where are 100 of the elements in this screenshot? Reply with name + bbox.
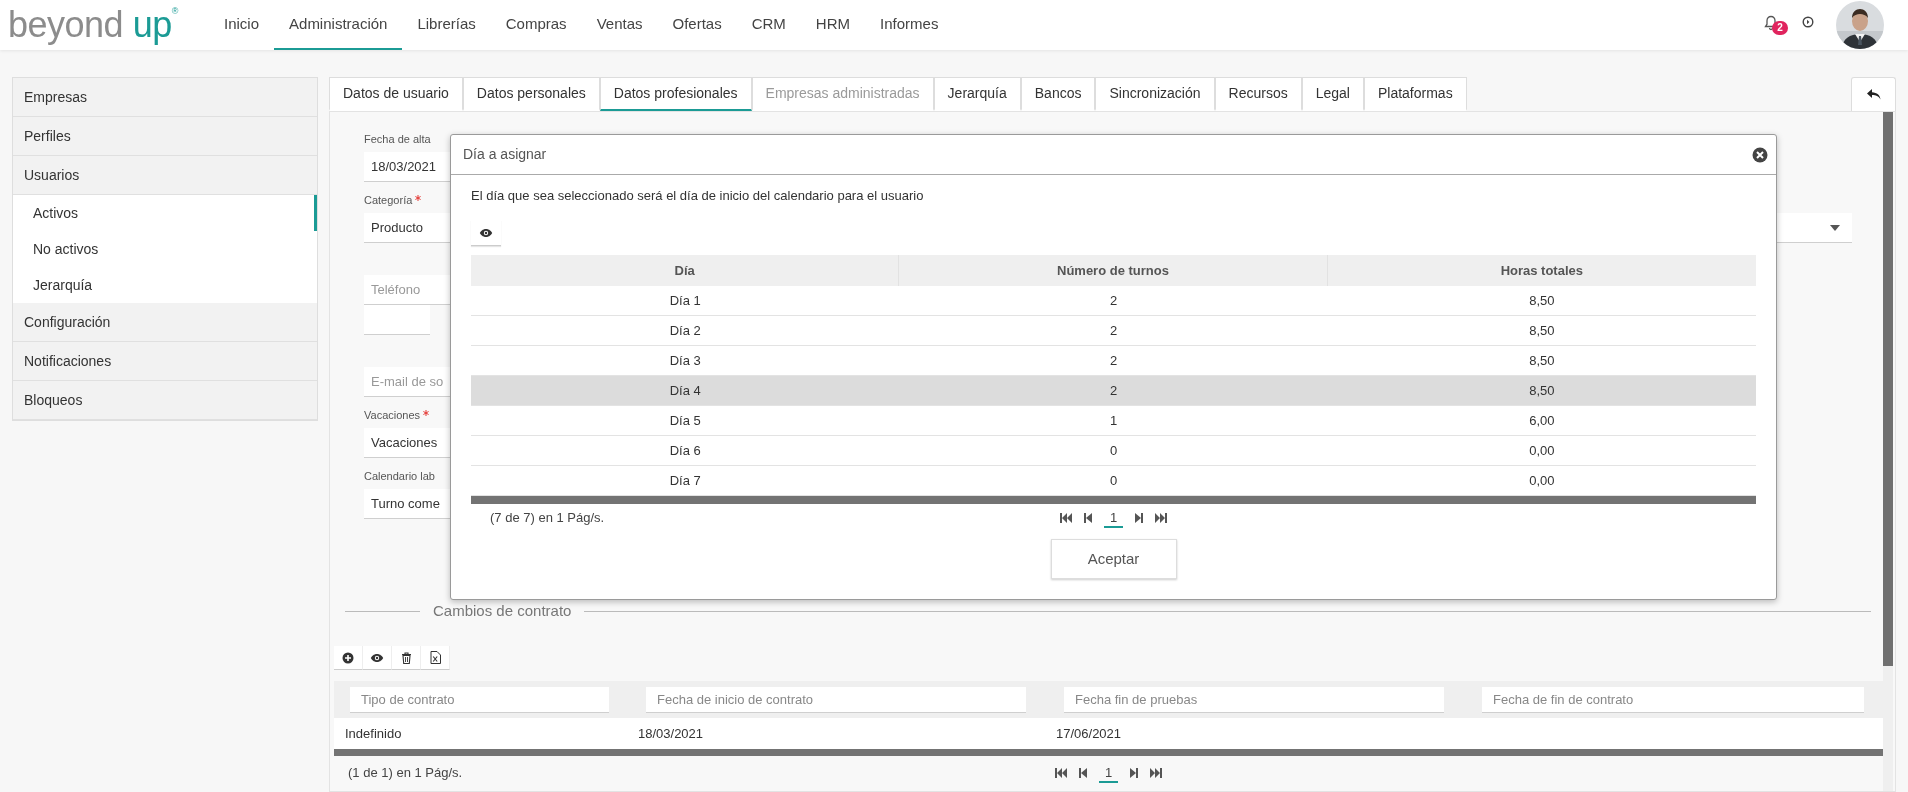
page-button[interactable]: 1 bbox=[1103, 508, 1124, 528]
previous-page-icon[interactable] bbox=[1076, 768, 1089, 778]
eye-button[interactable] bbox=[363, 646, 392, 670]
table-cell-text: 6,00 bbox=[1528, 411, 1556, 430]
previous-page-icon[interactable] bbox=[1081, 513, 1094, 523]
section-title: Cambios de contrato bbox=[432, 600, 573, 621]
sidebar-item[interactable]: Configuración bbox=[13, 303, 317, 342]
nav-link[interactable]: HRM bbox=[800, 0, 866, 50]
tab[interactable]: Datos profesionales bbox=[599, 77, 752, 111]
table-cell-text: 18/03/2021 bbox=[637, 724, 705, 743]
table-cell-text: 0 bbox=[1108, 441, 1119, 460]
filter-field[interactable]: Tipo de contrato bbox=[350, 686, 609, 713]
bell-icon[interactable] bbox=[1764, 15, 1778, 31]
sidebar-item[interactable]: Empresas bbox=[13, 78, 317, 117]
dialog-title: Día a asignar bbox=[463, 145, 547, 164]
notification-badge: 2 bbox=[1772, 21, 1788, 35]
tab[interactable]: Plataformas bbox=[1363, 77, 1467, 111]
nav-link[interactable]: CRM bbox=[736, 0, 801, 50]
tab[interactable]: Sincronización bbox=[1095, 77, 1215, 111]
next-page-icon[interactable] bbox=[1128, 768, 1141, 778]
tab[interactable]: Datos personales bbox=[462, 77, 600, 111]
nav-link[interactable]: Administración bbox=[274, 0, 403, 50]
next-page-icon[interactable] bbox=[1133, 513, 1146, 523]
spreadsheet-file-icon bbox=[429, 651, 441, 664]
table-cell-text: Día 2 bbox=[668, 321, 702, 340]
table-cell-text: Indefinido bbox=[344, 724, 403, 743]
tab[interactable]: Legal bbox=[1301, 77, 1364, 111]
table-cell-text: 2 bbox=[1108, 321, 1119, 340]
table-cell-text: 17/06/2021 bbox=[1055, 724, 1123, 743]
logo[interactable]: beyond up® bbox=[8, 7, 178, 43]
back-arrow-icon bbox=[1865, 87, 1882, 102]
close-icon[interactable] bbox=[1752, 146, 1768, 163]
input-field[interactable]: 18/03/2021 bbox=[364, 152, 450, 182]
table-cell-text: Día 5 bbox=[668, 411, 702, 430]
tab[interactable]: Jerarquía bbox=[933, 77, 1021, 111]
scrollbar-thumb[interactable] bbox=[1883, 112, 1893, 666]
table-row[interactable]: Día 4 2 8,50 bbox=[471, 376, 1756, 406]
table-cell-text: 8,50 bbox=[1528, 351, 1556, 370]
table-cell-text: 8,50 bbox=[1528, 321, 1556, 340]
pagination-summary: (1 de 1) en 1 Pág/s. bbox=[347, 764, 463, 783]
input-field[interactable]: Teléfono bbox=[364, 275, 450, 305]
table-cell-text: 0,00 bbox=[1528, 441, 1556, 460]
first-page-icon[interactable] bbox=[1054, 768, 1067, 778]
eye-icon bbox=[370, 652, 384, 663]
circle-caret-icon[interactable] bbox=[1802, 16, 1814, 28]
table-cell-text: Día 1 bbox=[668, 291, 702, 310]
table-cell-text: 8,50 bbox=[1528, 291, 1556, 310]
table-cell-text: 2 bbox=[1108, 381, 1119, 400]
table-cell-text: 2 bbox=[1108, 351, 1119, 370]
filter-field[interactable]: Fecha fin de pruebas bbox=[1064, 686, 1444, 713]
nav-link[interactable]: Informes bbox=[865, 0, 954, 50]
table-cell-text: 2 bbox=[1108, 291, 1119, 310]
filter-field[interactable]: Fecha de fin de contrato bbox=[1482, 686, 1864, 713]
nav-link[interactable]: Compras bbox=[490, 0, 582, 50]
table-row[interactable]: Indefinido 18/03/2021 17/06/2021 bbox=[334, 718, 1883, 749]
field-label: Vacaciones bbox=[364, 407, 421, 423]
nav-link[interactable]: Ventas bbox=[581, 0, 658, 50]
table-cell-text: Día 4 bbox=[668, 381, 702, 400]
sidebar-subitem[interactable]: Activos bbox=[13, 195, 317, 231]
sidebar-subitem[interactable]: Jerarquía bbox=[13, 267, 317, 303]
nav-link[interactable]: Librerías bbox=[402, 0, 491, 50]
table-cell-text: 8,50 bbox=[1528, 381, 1556, 400]
caret-down-icon[interactable] bbox=[1830, 224, 1840, 231]
input-field[interactable]: E-mail de so bbox=[364, 367, 450, 397]
view-button[interactable] bbox=[471, 220, 501, 246]
last-page-icon[interactable] bbox=[1155, 513, 1168, 523]
input-field[interactable]: Vacaciones bbox=[364, 428, 450, 458]
column-header[interactable]: Horas totales bbox=[1327, 255, 1756, 286]
sidebar-item[interactable]: Bloqueos bbox=[13, 381, 317, 420]
sidebar-item[interactable]: Perfiles bbox=[13, 117, 317, 156]
last-page-icon[interactable] bbox=[1150, 768, 1163, 778]
tab[interactable]: Datos de usuario bbox=[329, 77, 463, 111]
sidebar-item[interactable]: Notificaciones bbox=[13, 342, 317, 381]
nav-link[interactable]: Inicio bbox=[209, 0, 275, 50]
trash-button[interactable] bbox=[392, 646, 421, 670]
add-button[interactable] bbox=[334, 646, 363, 670]
sidebar-item[interactable]: Usuarios bbox=[13, 156, 317, 195]
tab[interactable]: Recursos bbox=[1214, 77, 1302, 111]
nav-link[interactable]: Ofertas bbox=[657, 0, 737, 50]
trash-icon bbox=[400, 651, 412, 664]
eye-icon bbox=[479, 227, 493, 238]
page-button[interactable]: 1 bbox=[1098, 763, 1119, 783]
table-cell-text: Día 7 bbox=[668, 471, 702, 490]
sidebar-subitem[interactable]: No activos bbox=[13, 231, 317, 267]
table-cell-text: 0 bbox=[1108, 471, 1119, 490]
accept-button[interactable]: Aceptar bbox=[1050, 539, 1177, 579]
table-cell-text: 1 bbox=[1108, 411, 1119, 430]
input-field[interactable]: Turno come bbox=[364, 489, 450, 519]
field-label: Fecha de alta bbox=[364, 131, 431, 147]
filter-field[interactable]: Fecha de inicio de contrato bbox=[646, 686, 1026, 713]
pagination-summary: (7 de 7) en 1 Pág/s. bbox=[489, 509, 605, 528]
input-field[interactable] bbox=[364, 305, 430, 335]
add-icon bbox=[342, 651, 354, 664]
first-page-icon[interactable] bbox=[1059, 513, 1072, 523]
table-cell-text: Día 3 bbox=[668, 351, 702, 370]
tab[interactable]: Bancos bbox=[1020, 77, 1096, 111]
back-button[interactable] bbox=[1851, 77, 1896, 111]
spreadsheet-file-button[interactable] bbox=[421, 646, 450, 670]
field-label: Calendario lab bbox=[364, 468, 435, 484]
field-label: Categoría bbox=[364, 192, 413, 208]
